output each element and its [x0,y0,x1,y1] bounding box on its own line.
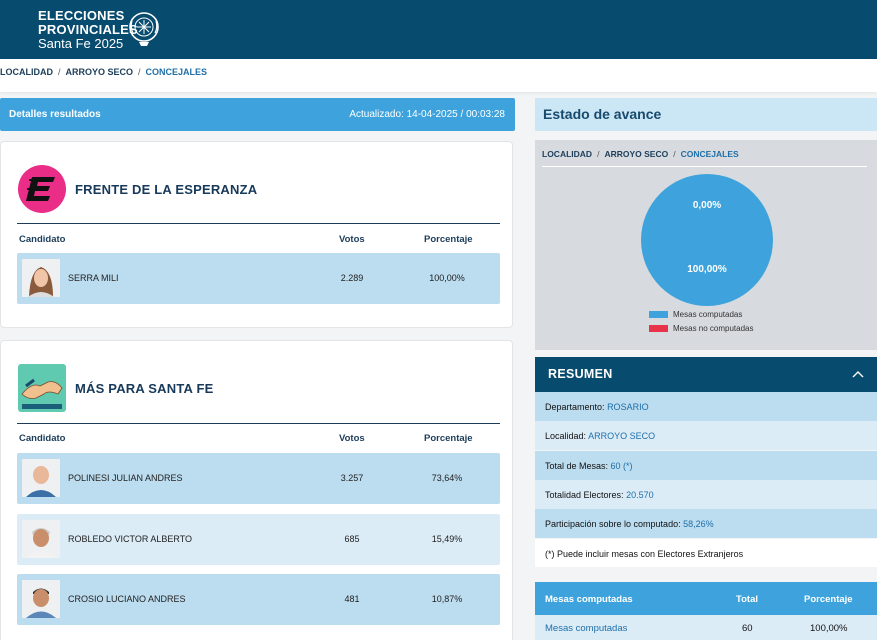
resumen-note-row: (*) Puede incluir mesas con Electores Ex… [535,539,877,567]
provincial-seal-icon [129,12,159,46]
mesas-col-total: Total [736,594,758,605]
col-candidate: Candidato [19,234,66,245]
updated-label: Actualizado: [349,109,404,120]
candidate-avatar [22,459,60,497]
resumen-label: Departamento: [545,402,605,412]
logo-line-2: PROVINCIALES [38,21,138,37]
estado-title: Estado de avance [543,106,662,122]
elections-logo[interactable]: ELECCIONES PROVINCIALES Santa Fe 2025 [38,9,138,51]
mesas-table-row: Mesas computadas 60 100,00% [535,615,877,640]
logo-line-1: ELECCIONES [38,8,125,23]
mesas-row-percentage: 100,00% [810,623,848,634]
candidate-row[interactable]: ROBLEDO VICTOR ALBERTO 685 15,49% [17,514,500,565]
panel-breadcrumb: LOCALIDAD / ARROYO SECO / CONCEJALES [542,149,739,159]
candidate-percentage: 100,00% [429,273,465,283]
resumen-label: Localidad: [545,431,587,441]
candidate-votes: 3.257 [340,473,364,483]
mesas-col-percentage: Porcentaje [804,594,853,605]
legend-label: Mesas computadas [673,310,743,319]
pie-label-computed: 100,00% [687,264,727,275]
resumen-value: 20.570 [626,490,654,500]
details-title: Detalles resultados [9,109,101,120]
candidate-row[interactable]: SERRA MILI 2.289 100,00% [17,253,500,304]
breadcrumb-localidad[interactable]: LOCALIDAD [0,67,53,77]
mesas-row-label: Mesas computadas [545,623,628,634]
resumen-row-participacion: Participación sobre lo computado: 58,26% [535,509,877,538]
header-divider [17,223,500,224]
resumen-row-electores: Totalidad Electores: 20.570 [535,480,877,509]
col-percentage: Porcentaje [424,234,473,245]
legend-swatch-computed [649,311,668,319]
mesas-table-header: Mesas computadas Total Porcentaje [535,582,877,615]
chevron-up-icon[interactable] [852,369,864,379]
mesas-col-label: Mesas computadas [545,594,633,605]
logo-line-3: Santa Fe 2025 [38,36,124,51]
candidate-name: SERRA MILI [68,273,119,283]
breadcrumb-separator: / [138,67,141,77]
resumen-label: Total de Mesas: [545,461,609,471]
legend-label: Mesas no computadas [673,324,754,333]
candidate-votes: 481 [344,594,360,604]
resumen-row-total-mesas: Total de Mesas: 60 (*) [535,451,877,480]
breadcrumb-arroyo-seco[interactable]: ARROYO SECO [604,149,668,159]
candidate-row[interactable]: POLINESI JULIAN ANDRES 3.257 73,64% [17,453,500,504]
breadcrumb-separator: / [58,67,61,77]
col-percentage: Porcentaje [424,433,473,444]
col-candidate: Candidato [19,433,66,444]
progress-pie-chart[interactable]: 0,00% 100,00% [641,174,773,306]
candidate-name: ROBLEDO VICTOR ALBERTO [68,534,193,544]
updated-timestamp: Actualizado: 14-04-2025 / 00:03:28 [349,109,505,120]
resumen-note: (*) Puede incluir mesas con Electores Ex… [545,549,744,559]
candidate-row[interactable]: CROSIO LUCIANO ANDRES 481 10,87% [17,574,500,625]
party-name: FRENTE DE LA ESPERANZA [75,182,258,197]
frente-esperanza-logo [18,165,66,213]
candidate-votes: 685 [344,534,360,544]
candidate-votes: 2.289 [340,273,364,283]
legend-swatch-not-computed [649,325,668,333]
header-divider [17,423,500,424]
updated-value: 14-04-2025 / 00:03:28 [406,109,505,120]
legend-not-computed[interactable]: Mesas no computadas [649,324,754,333]
breadcrumb-concejales[interactable]: CONCEJALES [681,149,739,159]
breadcrumb-separator: / [673,149,676,159]
mas-para-santa-fe-logo [18,364,66,412]
details-results-bar: Detalles resultados Actualizado: 14-04-2… [0,98,515,131]
candidate-avatar [22,580,60,618]
candidate-percentage: 73,64% [431,473,463,483]
resumen-title: RESUMEN [548,367,613,381]
candidate-percentage: 15,49% [431,534,463,544]
resumen-row-departamento: Departamento: ROSARIO [535,392,877,421]
candidate-name: CROSIO LUCIANO ANDRES [68,594,186,604]
resumen-value: 60 (*) [610,461,633,471]
resumen-value: ARROYO SECO [588,431,656,441]
breadcrumb-localidad[interactable]: LOCALIDAD [542,149,592,159]
candidate-avatar [22,520,60,558]
resumen-header[interactable]: RESUMEN [535,357,877,392]
mesas-row-total: 60 [742,623,753,634]
candidate-percentage: 10,87% [431,594,463,604]
col-votes: Votos [339,433,365,444]
pie-label-not-computed: 0,00% [692,200,722,211]
resumen-label: Totalidad Electores: [545,490,624,500]
col-votes: Votos [339,234,365,245]
candidate-name: POLINESI JULIAN ANDRES [68,473,183,483]
party-card-frente-esperanza: FRENTE DE LA ESPERANZA Candidato Votos P… [0,141,513,328]
breadcrumb-separator: / [597,149,600,159]
estado-avance-header: Estado de avance [535,98,877,131]
panel-divider [542,166,867,167]
party-name: MÁS PARA SANTA FE [75,381,214,396]
resumen-label: Participación sobre lo computado: [545,519,681,529]
legend-computed[interactable]: Mesas computadas [649,310,742,319]
resumen-value: 58,26% [683,519,714,529]
candidate-avatar [22,259,60,297]
estado-avance-panel: LOCALIDAD / ARROYO SECO / CONCEJALES 0,00% 1… [535,140,877,350]
resumen-value: ROSARIO [607,402,649,412]
breadcrumb-concejales[interactable]: CONCEJALES [146,67,208,77]
breadcrumb: LOCALIDAD / ARROYO SECO / CONCEJALES [0,67,207,77]
top-header-bar: ELECCIONES PROVINCIALES Santa Fe 2025 [0,0,877,59]
resumen-row-localidad: Localidad: ARROYO SECO [535,421,877,450]
breadcrumb-arroyo-seco[interactable]: ARROYO SECO [66,67,134,77]
party-card-mas-para-santa-fe: MÁS PARA SANTA FE Candidato Votos Porcen… [0,340,513,640]
breadcrumb-bar: LOCALIDAD / ARROYO SECO / CONCEJALES [0,59,877,92]
